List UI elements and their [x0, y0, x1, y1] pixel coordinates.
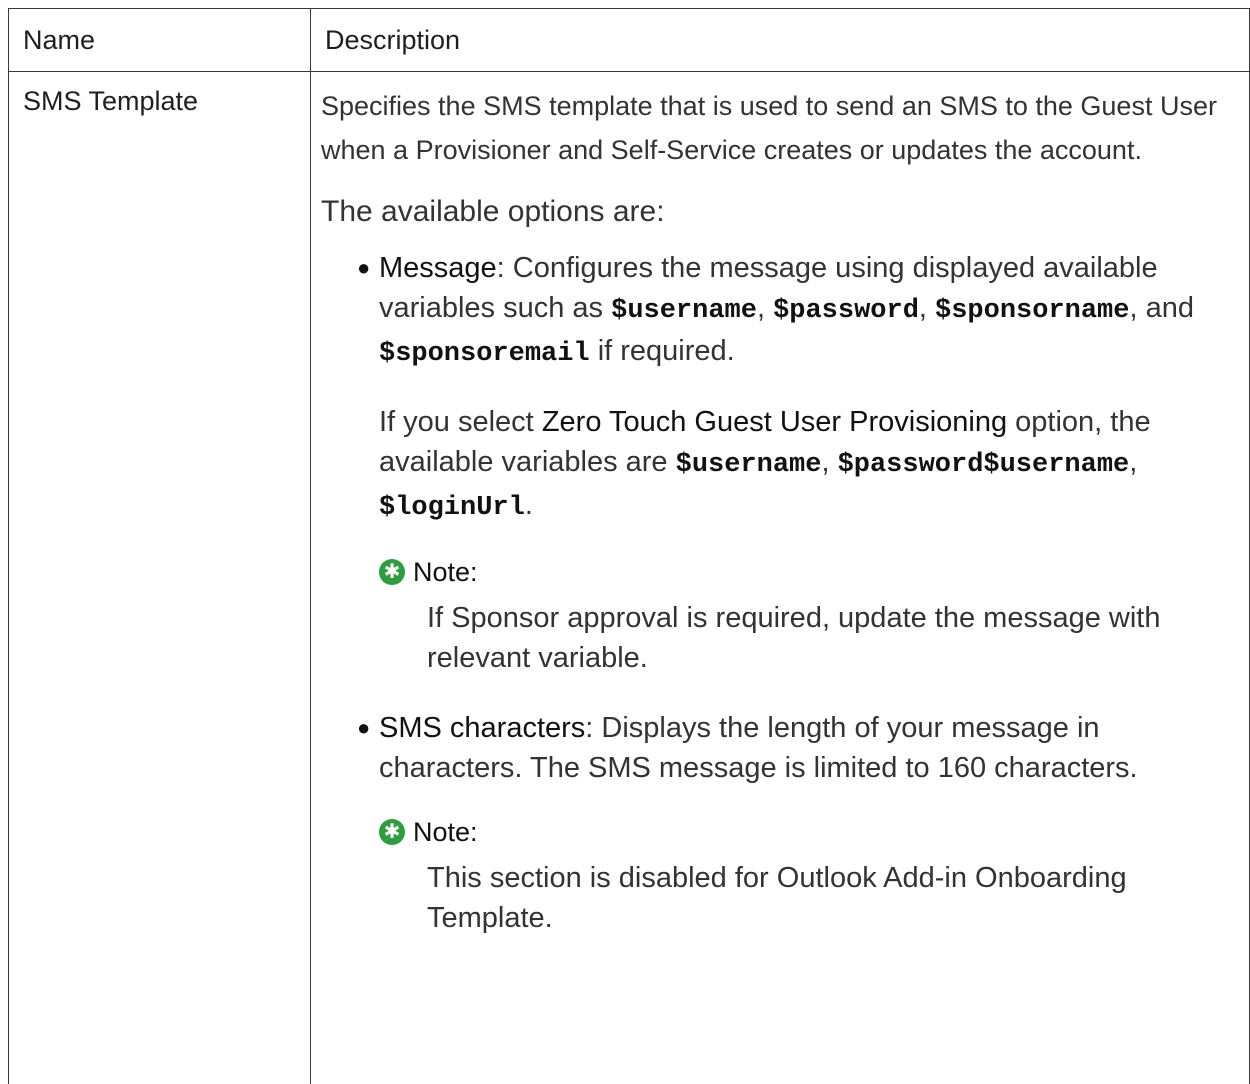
option-text: , [918, 292, 936, 324]
row-name-cell: SMS Template [8, 71, 311, 1084]
header-name: Name [8, 8, 311, 72]
variable-code: $password [773, 296, 919, 326]
zero-touch-paragraph: If you select Zero Touch Guest User Prov… [379, 402, 1235, 528]
bullet-dot-icon: ● [357, 715, 371, 740]
variable-code: $username [675, 450, 822, 480]
note-label: Note: [413, 817, 478, 847]
variable-code: $sponsorname [935, 296, 1130, 326]
option-term: SMS characters [379, 712, 586, 744]
note-star-icon: ✱ [379, 819, 405, 845]
table-header-row: Name Description [8, 8, 1250, 72]
note-heading: ✱ Note: [379, 554, 1235, 590]
note-star-icon: ✱ [379, 559, 405, 585]
variable-code: $loginUrl [379, 493, 525, 523]
note-text: This section is disabled for Outlook Add… [427, 862, 1127, 934]
note-heading: ✱ Note: [379, 814, 1235, 850]
paragraph-text: If you select [379, 406, 542, 438]
options-list: ● Message: Configures the message using … [321, 248, 1235, 938]
option-message: ● Message: Configures the message using … [357, 248, 1235, 678]
paragraph-text: , [821, 446, 838, 478]
parameters-table: Name Description SMS Template Specifies … [8, 8, 1250, 1084]
option-text: if required. [589, 335, 735, 367]
description-intro: Specifies the SMS template that is used … [321, 91, 1217, 165]
variable-code: $sponsoremail [379, 339, 590, 369]
option-term: Message [379, 252, 497, 284]
paragraph-text: , [1129, 446, 1138, 478]
note-label: Note: [413, 557, 478, 587]
note-block: ✱ Note: This section is disabled for Out… [379, 814, 1235, 938]
variable-code: $password$username [837, 450, 1130, 480]
available-options-label: The available options are: [321, 195, 665, 228]
note-text: If Sponsor approval is required, update … [427, 602, 1161, 674]
variable-code: $username [611, 296, 757, 326]
option-text: , [756, 292, 774, 324]
note-block: ✱ Note: If Sponsor approval is required,… [379, 554, 1235, 678]
option-text: , and [1129, 292, 1194, 324]
zero-touch-term: Zero Touch Guest User Provisioning [541, 406, 1008, 438]
option-sms-characters: ● SMS characters: Displays the length of… [357, 708, 1235, 938]
table-row: SMS Template Specifies the SMS template … [8, 71, 1250, 1084]
bullet-dot-icon: ● [357, 255, 371, 280]
paragraph-text: . [524, 489, 533, 521]
header-description: Description [310, 8, 1250, 72]
row-description-cell: Specifies the SMS template that is used … [310, 71, 1250, 1084]
